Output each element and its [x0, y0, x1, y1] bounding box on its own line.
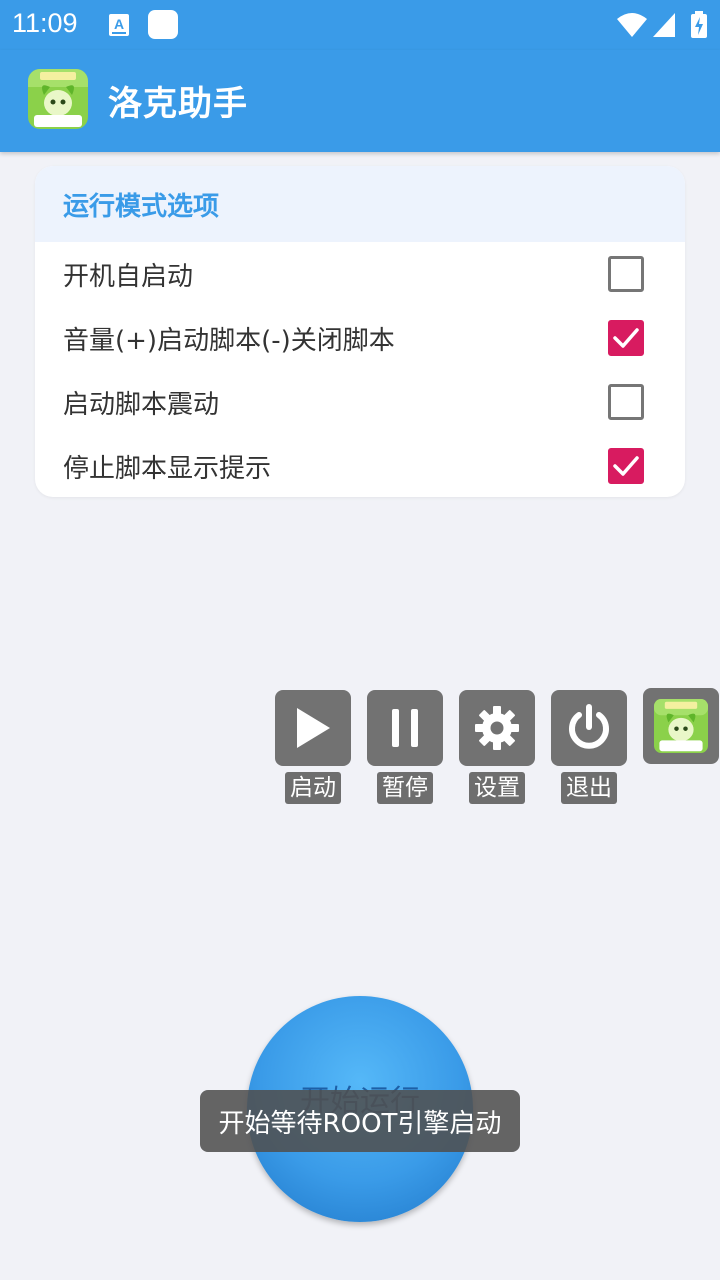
exit-button[interactable]: 退出	[551, 690, 627, 804]
checkmark-icon	[613, 328, 639, 348]
wifi-icon	[617, 13, 647, 37]
app-logo-icon	[654, 699, 708, 753]
volume-keys-checkbox[interactable]	[608, 320, 644, 356]
pause-label: 暂停	[377, 772, 433, 804]
svg-text:A: A	[114, 16, 124, 32]
stop-hint-checkbox[interactable]	[608, 448, 644, 484]
status-bar: 11:09 A	[0, 0, 720, 50]
power-icon	[569, 704, 609, 749]
option-label: 启动脚本震动	[63, 389, 220, 420]
option-autostart-on-boot[interactable]: 开机自启动	[35, 242, 685, 306]
toast-text: 开始等待ROOT引擎启动	[218, 1108, 502, 1139]
play-icon	[297, 708, 330, 748]
float-app-logo[interactable]	[643, 688, 719, 764]
float-toolbar: 启动 暂停 设置 退出	[275, 688, 720, 808]
vibrate-checkbox[interactable]	[608, 384, 644, 420]
option-volume-keys-control[interactable]: 音量(+)启动脚本(-)关闭脚本	[35, 306, 685, 370]
app-title: 洛克助手	[108, 84, 248, 124]
option-show-hint-on-stop[interactable]: 停止脚本显示提示	[35, 434, 685, 497]
option-label: 停止脚本显示提示	[63, 453, 272, 484]
gear-icon	[475, 706, 519, 750]
start-script-button[interactable]: 启动	[275, 690, 351, 804]
checkmark-icon	[613, 456, 639, 476]
run-mode-options-card: 运行模式选项 开机自启动 音量(+)启动脚本(-)关闭脚本 启动脚本震动 停止脚…	[35, 166, 685, 497]
card-header: 运行模式选项	[35, 166, 685, 242]
signal-icon	[653, 13, 675, 37]
app-logo	[28, 69, 88, 129]
battery-charging-icon	[691, 11, 707, 38]
pause-script-button[interactable]: 暂停	[367, 690, 443, 804]
toast-message: 开始等待ROOT引擎启动	[200, 1090, 520, 1152]
option-label: 开机自启动	[63, 261, 194, 292]
autostart-checkbox[interactable]	[608, 256, 644, 292]
exit-label: 退出	[561, 772, 617, 804]
pause-icon	[392, 709, 418, 747]
start-label: 启动	[285, 772, 341, 804]
app-bar: 洛克助手	[0, 50, 720, 152]
status-time: 11:09	[12, 8, 78, 38]
option-label: 音量(+)启动脚本(-)关闭脚本	[63, 325, 395, 356]
square-notification-icon	[148, 10, 178, 39]
option-vibrate-on-start[interactable]: 启动脚本震动	[35, 370, 685, 434]
card-title: 运行模式选项	[63, 191, 220, 222]
settings-label: 设置	[469, 772, 525, 804]
a-text-icon: A	[109, 14, 129, 36]
settings-button[interactable]: 设置	[459, 690, 535, 804]
